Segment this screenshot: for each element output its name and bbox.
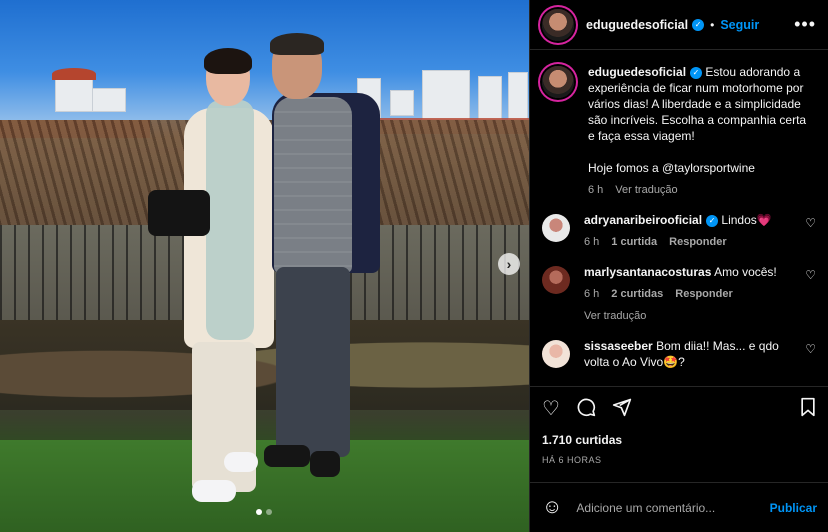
verified-badge-icon: ✓: [690, 66, 703, 79]
post-modal: › eduguedesoficial ✓ • Seguir ••• edugue…: [0, 0, 828, 532]
comment-translate-link[interactable]: Ver tradução: [584, 308, 796, 324]
comment-username[interactable]: adryanaribeirooficial: [584, 213, 702, 227]
comment-likes[interactable]: 2 curtidas: [611, 286, 663, 302]
caption-translate-link[interactable]: Ver tradução: [615, 182, 677, 198]
carousel-dot: [266, 509, 272, 515]
comment-text: Amo vocês!: [714, 265, 777, 279]
header-separator: •: [710, 17, 715, 32]
comment-time[interactable]: 6 h: [584, 234, 599, 250]
photo-man: [262, 33, 382, 490]
comment-item: adryanaribeirooficial ✓ Lindos💗 6 h 1 cur…: [542, 212, 816, 250]
comment-text: Lindos💗: [721, 213, 772, 227]
more-options-icon[interactable]: •••: [794, 14, 816, 35]
carousel-dot-active: [256, 509, 262, 515]
comment-like-heart-icon[interactable]: ♡: [805, 342, 816, 370]
caption-time[interactable]: 6 h: [588, 182, 603, 198]
verified-badge-icon: ✓: [692, 18, 705, 31]
likes-count[interactable]: 1.710 curtidas: [542, 433, 817, 447]
caption-avatar[interactable]: [542, 66, 574, 98]
comment-reply-button[interactable]: Responder: [675, 286, 732, 302]
handbag: [148, 190, 210, 236]
verified-badge-icon: ✓: [706, 214, 719, 227]
heart-icon[interactable]: ♡: [542, 399, 560, 419]
post-time: HÁ 6 HORAS: [542, 455, 602, 465]
comment-item: marlysantanacosturas Amo vocês! 6 h 2 cu…: [542, 264, 816, 324]
commenter-avatar[interactable]: [542, 214, 570, 242]
carousel-indicator: [256, 509, 272, 515]
bookmark-icon[interactable]: [799, 397, 817, 421]
post-photo[interactable]: ›: [0, 0, 529, 532]
comment-item: sissaseeber Bom diia!! Mas... e qdo volt…: [542, 338, 816, 370]
post-side-panel: eduguedesoficial ✓ • Seguir ••• eduguede…: [529, 0, 828, 532]
comment-likes[interactable]: 1 curtida: [611, 234, 657, 250]
comments-list[interactable]: eduguedesoficial ✓ Estou adorando a exper…: [530, 50, 828, 386]
publish-button[interactable]: Publicar: [770, 501, 817, 515]
comment-username[interactable]: marlysantanacosturas: [584, 265, 711, 279]
comment-like-heart-icon[interactable]: ♡: [805, 216, 816, 250]
share-icon[interactable]: [612, 397, 632, 421]
comment-like-heart-icon[interactable]: ♡: [805, 268, 816, 324]
author-username[interactable]: eduguedesoficial: [586, 18, 688, 32]
caption: eduguedesoficial ✓ Estou adorando a exper…: [542, 64, 816, 198]
comment-username[interactable]: sissaseeber: [584, 339, 653, 353]
follow-button[interactable]: Seguir: [720, 18, 759, 32]
comment-input[interactable]: [576, 500, 747, 515]
comment-icon[interactable]: [576, 397, 596, 421]
caption-text-2: Hoje fomos a @taylorsportwine: [588, 161, 755, 175]
emoji-icon[interactable]: ☺: [542, 496, 562, 519]
caption-username[interactable]: eduguedesoficial: [588, 65, 686, 79]
comment-reply-button[interactable]: Responder: [669, 234, 726, 250]
author-avatar[interactable]: [542, 8, 574, 41]
comment-composer: ☺ Publicar: [530, 482, 828, 532]
post-header: eduguedesoficial ✓ • Seguir •••: [530, 0, 828, 50]
commenter-avatar[interactable]: [542, 266, 570, 294]
carousel-next-button[interactable]: ›: [498, 253, 520, 275]
comment-time[interactable]: 6 h: [584, 286, 599, 302]
post-actions: ♡ 1.710 curtidas HÁ 6 HORAS: [530, 386, 828, 465]
commenter-avatar[interactable]: [542, 340, 570, 368]
